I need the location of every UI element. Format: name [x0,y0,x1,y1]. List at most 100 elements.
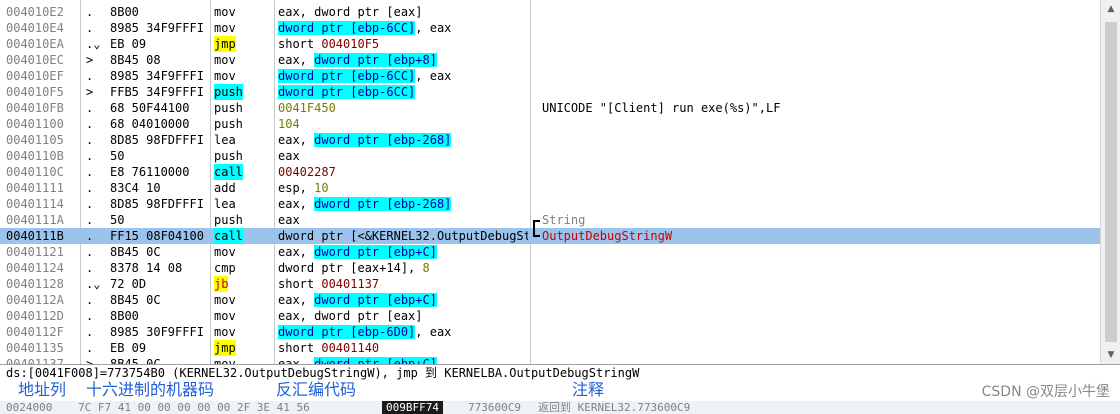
operand-token: dword ptr [ebp-6CC] [278,85,416,99]
operand-token: dword ptr [ebp-6CC] [278,21,416,35]
info-line: ds:[0041F008]=773754B0 (KERNEL32.OutputD… [0,364,1120,380]
row-address: 004010EC [6,53,64,67]
stack-value: 773600C9 [468,401,521,414]
row-address: 00401105 [6,133,64,147]
disasm-row[interactable]: 0040110C. E8 76110000 call 00402287 [0,164,1100,180]
row-operands: dword ptr [ebp-6CC], eax [278,20,528,36]
row-flow-marker: > [86,85,94,99]
disasm-row[interactable]: 004010EC >8B45 08 mov eax, dword ptr [ebp+8… [0,52,1100,68]
row-comment [542,68,1098,84]
row-flow-marker: . [86,165,94,179]
operand-token: 00401137 [321,277,380,291]
disasm-row[interactable]: 00401124. 8378 14 08 cmp dword ptr [eax+14]… [0,260,1100,276]
row-comment [542,20,1098,36]
vertical-scrollbar[interactable]: ▲ ▼ [1100,0,1120,364]
row-operands: eax [278,148,528,164]
row-machine-code: EB 09 [110,341,147,355]
operand-token: eax, [278,133,315,147]
disasm-row[interactable]: 004010FB. 68 50F44100 push 0041F450 UNICODE … [0,100,1100,116]
disasm-row[interactable]: 00401121. 8B45 0C mov eax, dword ptr [ebp+C… [0,244,1100,260]
operand-token: dword ptr [ebp+C] [314,293,437,307]
watermark: CSDN @双层小牛堡 [981,384,1110,400]
row-mnemonic: jb [214,276,229,292]
row-comment [542,52,1098,68]
row-address: 0040112D [6,309,64,323]
scroll-up-arrow-icon[interactable]: ▲ [1104,2,1118,16]
row-flow-marker: > [86,53,94,67]
row-operands: short 004010F5 [278,36,528,52]
disasm-row[interactable]: 0040111B. FF15 08F04100 call dword ptr [<&K… [0,228,1100,244]
row-flow-marker: . [86,325,94,339]
disasm-row[interactable]: 00401105. 8D85 98FDFFFI lea eax, dword ptr … [0,132,1100,148]
row-flow-marker: . [86,101,94,115]
disasm-row[interactable]: 0040112F. 8985 30F9FFFI mov dword ptr [ebp-… [0,324,1100,340]
operand-token: dword ptr [eax] [314,5,423,19]
row-address: 00401111 [6,181,64,195]
row-flow-marker: . [86,309,94,323]
row-operands: eax, dword ptr [eax] [278,4,528,20]
row-machine-code: 8B00 [110,309,139,323]
row-comment [542,36,1098,52]
disasm-row[interactable]: 004010E2. 8B00 mov eax, dword ptr [eax] [0,4,1100,20]
row-comment [542,340,1098,356]
row-machine-code: 8B45 08 [110,53,161,67]
row-comment [542,244,1098,260]
caption-disassembly: 反汇编代码 [276,380,357,399]
row-flow-marker: . [86,181,94,195]
row-mnemonic: lea [214,133,236,147]
scroll-thumb[interactable] [1105,22,1117,342]
stack-selected-address[interactable]: 009BFF74 [382,401,443,414]
row-mnemonic: push [214,117,243,131]
row-comment: String [542,213,586,227]
disasm-row[interactable]: 00401114. 8D85 98FDFFFI lea eax, dword ptr … [0,196,1100,212]
operand-token: eax, [278,5,315,19]
disasm-row[interactable]: 00401128 .⌄ 72 0D jb short 00401137 [0,276,1100,292]
row-machine-code: FFB5 34F9FFFI [110,85,204,99]
row-flow-marker: .⌄ [86,37,101,51]
row-address: 00401124 [6,261,64,275]
disasm-row[interactable]: 00401111. 83C4 10 add esp, 10 [0,180,1100,196]
row-address: 0040111B [6,229,64,243]
row-address: 00401121 [6,245,64,259]
disasm-row[interactable]: 004010EF. 8985 34F9FFFI mov dword ptr [ebp-… [0,68,1100,84]
disasm-row[interactable]: 004010E4. 8985 34F9FFFI mov dword ptr [ebp-… [0,20,1100,36]
row-comment [542,116,1098,132]
row-operands: eax, dword ptr [ebp-268] [278,196,528,212]
row-address: 004010EF [6,69,64,83]
disasm-row[interactable]: 0040112D. 8B00 mov eax, dword ptr [eax] [0,308,1100,324]
operand-token: 8 [422,261,430,275]
row-mnemonic: mov [214,21,236,35]
operand-token: 10 [314,181,329,195]
row-comment [542,84,1098,100]
row-machine-code: E8 76110000 [110,165,190,179]
row-operands: dword ptr [<&KERNEL32.OutputDebugStringW… [278,228,528,244]
row-flow-marker: > [86,357,94,364]
disasm-row[interactable]: 004010F5 > FFB5 34F9FFFI push dword ptr [ebp… [0,84,1100,100]
row-comment [542,148,1098,164]
disasm-row[interactable]: 00401135. EB 09 jmp short 00401140 [0,340,1100,356]
disasm-row[interactable]: 004010EA .⌄ EB 09 jmp short 004010F5 [0,36,1100,52]
row-operands: short 00401137 [278,276,528,292]
row-address: 004010FB [6,101,64,115]
disassembly-pane[interactable]: 004010E2. 8B00 mov eax, dword ptr [eax] 0040… [0,0,1100,364]
scroll-down-arrow-icon[interactable]: ▼ [1104,348,1118,362]
operand-token: dword ptr [ebp+8] [314,53,437,67]
operand-token: , eax [415,69,452,83]
row-flow-marker: . [86,213,94,227]
row-comment [542,276,1098,292]
caption-address-column: 地址列 [18,380,67,399]
row-comment [542,4,1098,20]
operand-token: dword ptr [eax] [314,309,423,323]
row-address: 00401114 [6,197,64,211]
disasm-row[interactable]: 0040112A. 8B45 0C mov eax, dword ptr [ebp+C… [0,292,1100,308]
disasm-row[interactable]: 00401137 >8B45 0C mov eax, dword ptr [ebp+C… [0,356,1100,364]
row-mnemonic: add [214,181,236,195]
disasm-row[interactable]: 0040111A. 50 push eax String [0,212,1100,228]
operand-token: , eax [415,21,452,35]
row-mnemonic: lea [214,197,236,211]
operand-token: eax, [278,245,315,259]
disasm-row[interactable]: 0040110B. 50 push eax [0,148,1100,164]
disasm-row[interactable]: 00401100. 68 04010000 push 104 [0,116,1100,132]
row-machine-code: 8B45 0C [110,357,161,364]
row-machine-code: 8985 34F9FFFI [110,21,204,35]
